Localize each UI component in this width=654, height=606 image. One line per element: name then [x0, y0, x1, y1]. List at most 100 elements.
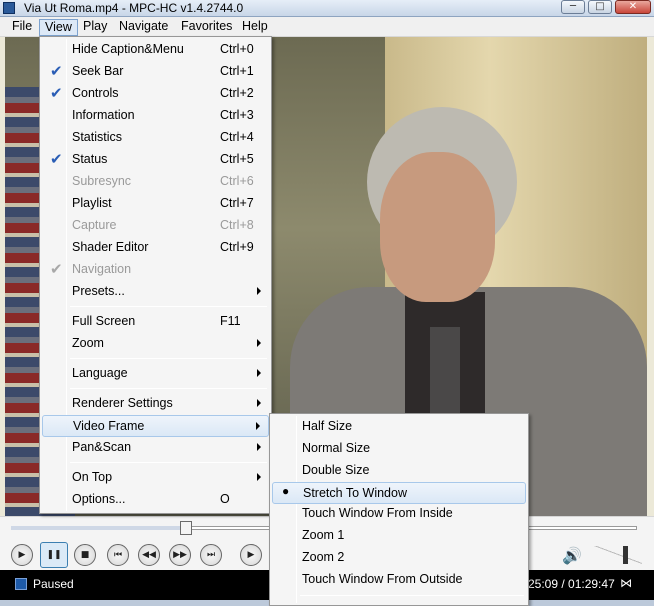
menu-item-shortcut: Ctrl+5 [220, 152, 254, 166]
menu-help[interactable]: Help [237, 19, 273, 36]
menu-item-shortcut: O [220, 492, 230, 506]
rewind-button[interactable]: ◀◀ [138, 544, 160, 566]
submenu-arrow-icon [257, 369, 261, 377]
menu-item-label: Renderer Settings [72, 396, 173, 410]
checkmark-icon: ✔ [50, 151, 63, 168]
submenu-arrow-icon [257, 287, 261, 295]
stop-button[interactable]: ■ [74, 544, 96, 566]
menu-item-zoom-1[interactable]: Zoom 1 [272, 525, 526, 547]
menu-item-shortcut: Ctrl+4 [220, 130, 254, 144]
menu-separator [70, 306, 267, 307]
menu-item-label: Touch Window From Outside [302, 572, 463, 586]
menu-file[interactable]: File [7, 19, 37, 36]
menu-navigate[interactable]: Navigate [114, 19, 173, 36]
status-text: Paused [33, 577, 74, 591]
seek-fill [11, 526, 187, 530]
menu-item-label: Double Size [302, 463, 370, 477]
menu-item-label: Subresync [72, 174, 132, 188]
menu-item-presets[interactable]: Presets... [42, 281, 269, 303]
frame-step-button[interactable]: ▶ [240, 544, 262, 566]
menu-item-label: Zoom 1 [302, 528, 345, 542]
submenu-arrow-icon [257, 443, 261, 451]
menu-item-on-top[interactable]: On Top [42, 467, 269, 489]
menu-item-label: Statistics [72, 130, 123, 144]
menu-item-information[interactable]: Information Ctrl+3 [42, 105, 269, 127]
maximize-button[interactable]: □ [588, 0, 612, 14]
menu-item-shortcut: F11 [220, 314, 241, 328]
minimize-button[interactable]: ─ [561, 0, 585, 14]
close-button[interactable]: ✕ [615, 0, 651, 14]
menu-item-options[interactable]: Options... O [42, 489, 269, 511]
menu-item-controls[interactable]: ✔ Controls Ctrl+2 [42, 83, 269, 105]
menu-item-label: Hide Caption&Menu [72, 42, 184, 56]
submenu-arrow-icon [257, 399, 261, 407]
submenu-arrow-icon [257, 473, 261, 481]
app-icon [3, 2, 15, 14]
menu-item-shader-editor[interactable]: Shader Editor Ctrl+9 [42, 237, 269, 259]
volume-thumb[interactable] [623, 546, 629, 564]
menu-item-stretch-to-window[interactable]: ● Stretch To Window [272, 482, 526, 504]
menu-item-statistics[interactable]: Statistics Ctrl+4 [42, 127, 269, 149]
menu-item-shortcut: Ctrl+9 [220, 240, 254, 254]
menu-item-label: Touch Window From Inside [302, 506, 453, 520]
menu-favorites[interactable]: Favorites [176, 19, 237, 36]
volume-ramp [594, 546, 642, 564]
menu-item-language[interactable]: Language [42, 363, 269, 385]
previous-button[interactable]: ⏮ [107, 544, 129, 566]
menu-item-touch-window-outside[interactable]: Touch Window From Outside [272, 569, 526, 591]
menu-item-full-screen[interactable]: Full Screen F11 [42, 311, 269, 333]
menu-item-label: Full Screen [72, 314, 136, 328]
menu-item-label: Half Size [302, 419, 353, 433]
submenu-arrow-icon [257, 339, 261, 347]
next-button[interactable]: ⏭ [200, 544, 222, 566]
menu-item-label: Capture [72, 218, 117, 232]
forward-button[interactable]: ▶▶ [169, 544, 191, 566]
menu-item-normal-size[interactable]: Normal Size [272, 438, 526, 460]
menu-item-label: Zoom [72, 336, 104, 350]
menu-item-label: Video Frame [73, 419, 145, 433]
menu-separator [70, 462, 267, 463]
menu-item-label: Language [72, 366, 128, 380]
menu-item-label: Controls [72, 86, 119, 100]
seek-thumb[interactable] [180, 521, 193, 535]
menu-item-zoom-2[interactable]: Zoom 2 [272, 547, 526, 569]
menu-item-label: Status [72, 152, 108, 166]
menu-separator [70, 388, 267, 389]
menu-item-playlist[interactable]: Playlist Ctrl+7 [42, 193, 269, 215]
play-button[interactable]: ▶ [11, 544, 33, 566]
menu-item-label: Navigation [72, 262, 132, 276]
volume-slider[interactable] [594, 546, 642, 564]
menu-play[interactable]: Play [78, 19, 112, 36]
menu-item-pan-scan[interactable]: Pan&Scan [42, 437, 269, 459]
menu-item-seek-bar[interactable]: ✔ Seek Bar Ctrl+1 [42, 61, 269, 83]
menu-item-label: Options... [72, 492, 126, 506]
menu-item-status[interactable]: ✔ Status Ctrl+5 [42, 149, 269, 171]
checkmark-icon: ✔ [50, 261, 63, 278]
menu-item-double-size[interactable]: Double Size [272, 460, 526, 482]
menu-item-label: Information [72, 108, 135, 122]
menu-item-hide-caption-menu[interactable]: Hide Caption&Menu Ctrl+0 [42, 39, 269, 61]
menu-item-label: Seek Bar [72, 64, 124, 78]
pause-button[interactable]: ❚❚ [40, 542, 68, 568]
window-title: Via Ut Roma.mp4 - MPC-HC v1.4.2744.0 [24, 1, 244, 15]
menu-item-shortcut: Ctrl+3 [220, 108, 254, 122]
menu-view[interactable]: View [39, 19, 78, 36]
menu-item-touch-window-inside[interactable]: Touch Window From Inside [272, 503, 526, 525]
menu-item-shortcut: Ctrl+1 [220, 64, 254, 78]
menu-item-label: Pan&Scan [72, 440, 132, 454]
menu-item-shortcut: Ctrl+0 [220, 42, 254, 56]
menu-item-label: Presets... [72, 284, 125, 298]
mpc-hc-window: Via Ut Roma.mp4 - MPC-HC v1.4.2744.0 ─ □… [0, 0, 654, 606]
menu-item-renderer-settings[interactable]: Renderer Settings [42, 393, 269, 415]
menu-item-half-size[interactable]: Half Size [272, 416, 526, 438]
menu-item-subresync: Subresync Ctrl+6 [42, 171, 269, 193]
speaker-icon[interactable]: 🔊 [562, 546, 582, 565]
menu-item-shortcut: Ctrl+7 [220, 196, 254, 210]
menu-item-video-frame[interactable]: Video Frame [42, 415, 269, 437]
audio-channels-icon: ⋈ [620, 576, 632, 590]
time-display[interactable]: 25:09 / 01:29:47 [528, 577, 615, 591]
view-menu: Hide Caption&Menu Ctrl+0 ✔ Seek Bar Ctrl… [39, 36, 272, 514]
title-bar[interactable]: Via Ut Roma.mp4 - MPC-HC v1.4.2744.0 ─ □… [0, 0, 654, 17]
submenu-arrow-icon [256, 422, 260, 430]
menu-item-zoom[interactable]: Zoom [42, 333, 269, 355]
